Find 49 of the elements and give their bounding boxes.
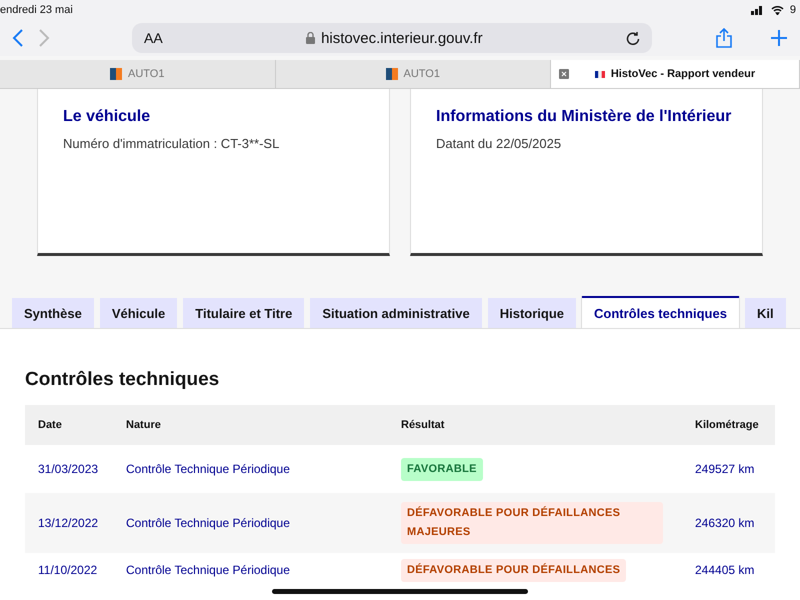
column-header: Date	[38, 419, 63, 431]
site-icon	[110, 68, 122, 80]
tab-title: AUTO1	[404, 68, 440, 80]
tab[interactable]: Situation administrative	[310, 298, 482, 328]
tab[interactable]: Titulaire et Titre	[183, 298, 304, 328]
card-title: Le véhicule	[63, 107, 152, 127]
close-icon[interactable]	[559, 69, 569, 79]
lock-icon	[306, 32, 316, 44]
tab[interactable]: Kil	[744, 298, 786, 328]
tab-title: AUTO1	[128, 68, 164, 80]
result-badge: FAVORABLE	[401, 458, 483, 480]
back-icon[interactable]	[12, 29, 24, 47]
text-size-label[interactable]: AA	[144, 30, 163, 46]
battery-level: 9	[790, 4, 796, 16]
url-text: histovec.interieur.gouv.fr	[321, 30, 483, 46]
card-text: Numéro d'immatriculation : CT-3**-SL	[63, 136, 280, 151]
browser-tab[interactable]: AUTO1	[276, 60, 551, 88]
tab[interactable]: Véhicule	[100, 298, 178, 328]
signal-icon	[750, 5, 765, 15]
card-text: Datant du 22/05/2025	[436, 136, 562, 151]
result-badge: DÉFAVORABLE POUR DÉFAILLANCES MAJEURES	[401, 502, 663, 544]
table-cell-text: Contrôle Technique Périodique	[126, 516, 291, 530]
result-badge: DÉFAVORABLE POUR DÉFAILLANCES	[401, 558, 626, 582]
table-cell-text: 11/10/2022	[38, 563, 98, 577]
address-bar[interactable]: AA histovec.interieur.gouv.fr	[132, 23, 652, 53]
table-cell-text: 249527 km	[695, 462, 756, 476]
tab[interactable]: Historique	[488, 298, 576, 328]
status-date: endredi 23 mai	[0, 4, 73, 16]
site-icon	[386, 68, 398, 80]
flag-icon	[594, 70, 605, 78]
wifi-icon	[770, 5, 784, 15]
section-title: Contrôles techniques	[25, 369, 220, 391]
browser-tab[interactable]: HistoVec - Rapport vendeur	[551, 60, 800, 88]
table-cell-text: 31/03/2023	[38, 462, 100, 476]
table-cell-text: 246320 km	[695, 516, 756, 530]
column-header: Kilométrage	[695, 419, 760, 431]
plus-icon[interactable]	[770, 29, 788, 47]
share-icon[interactable]	[716, 28, 732, 48]
table-cell-text: Contrôle Technique Périodique	[126, 563, 291, 577]
reload-icon[interactable]	[626, 31, 640, 45]
table-cell-text: 244405 km	[695, 563, 756, 577]
column-header: Résultat	[401, 419, 446, 431]
tab[interactable]: Synthèse	[12, 298, 94, 328]
tab[interactable]: Contrôles techniques	[582, 296, 739, 328]
tab-title: HistoVec - Rapport vendeur	[610, 68, 756, 80]
table-cell-text: Contrôle Technique Périodique	[126, 462, 291, 476]
card-title: Informations du Ministère de l'Intérieur	[436, 107, 732, 127]
column-header: Nature	[126, 419, 162, 431]
table-cell-text: 13/12/2022	[38, 516, 100, 530]
